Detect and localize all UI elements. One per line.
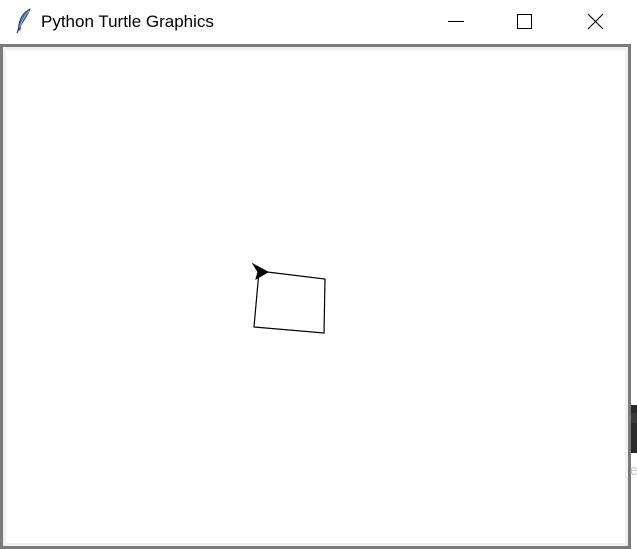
turtle-canvas[interactable] bbox=[6, 50, 625, 543]
title-bar[interactable]: Python Turtle Graphics bbox=[0, 0, 631, 44]
minimize-button[interactable] bbox=[433, 0, 479, 44]
drawn-quadrilateral bbox=[253, 270, 326, 334]
minimize-icon bbox=[448, 21, 464, 22]
turtle-arrow-icon bbox=[251, 262, 270, 281]
window-title: Python Turtle Graphics bbox=[41, 12, 214, 31]
drawing-surface bbox=[251, 262, 326, 334]
maximize-icon bbox=[517, 14, 532, 29]
feather-icon bbox=[14, 8, 34, 34]
background-window-mid-strip bbox=[631, 413, 637, 423]
close-button[interactable] bbox=[572, 0, 618, 44]
close-icon bbox=[587, 13, 604, 30]
maximize-button[interactable] bbox=[501, 0, 547, 44]
background-window-text: e bbox=[630, 462, 637, 479]
turtle-window: Python Turtle Graphics bbox=[0, 0, 631, 549]
